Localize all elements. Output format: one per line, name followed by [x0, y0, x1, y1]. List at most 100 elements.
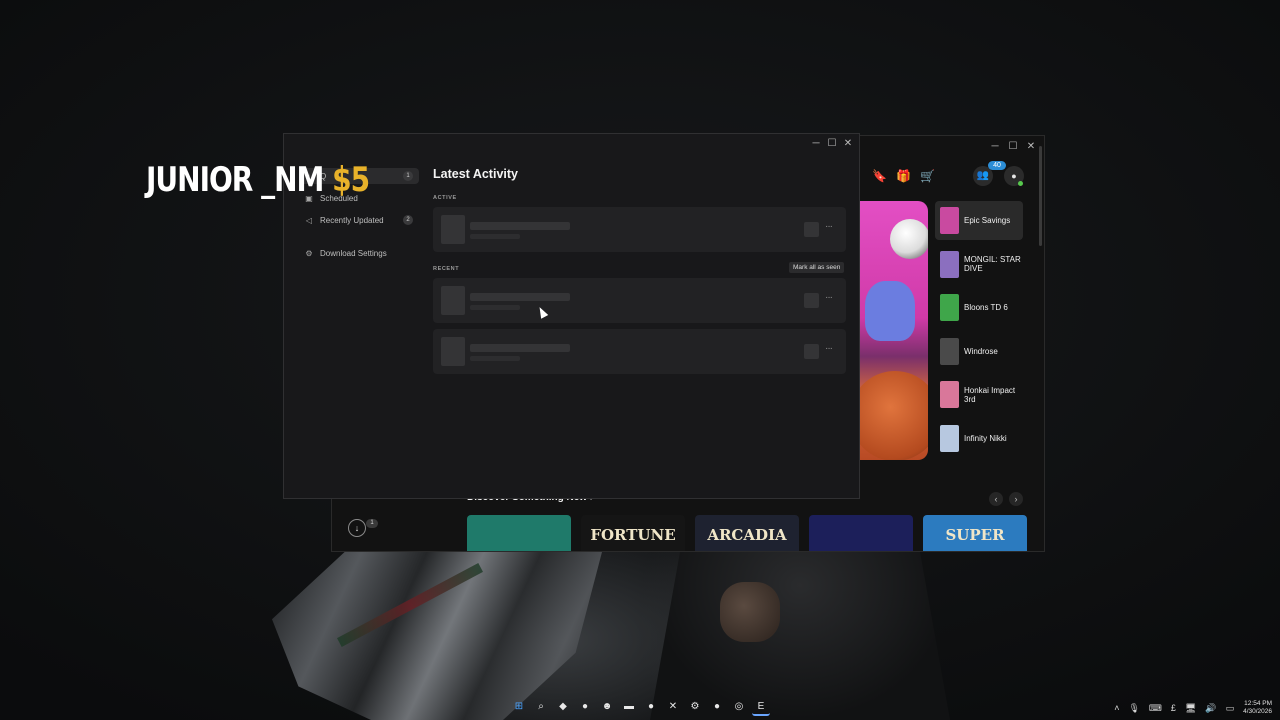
cart-icon[interactable]: 🛒: [920, 169, 935, 183]
friends-icon: 👥: [976, 170, 990, 181]
game-title: Windrose: [964, 346, 998, 356]
nav-item-download-settings[interactable]: ⚙ Download Settings: [299, 245, 419, 261]
app-icon[interactable]: ●: [642, 698, 660, 716]
nav-item-recently-updated[interactable]: ◁ Recently Updated 2: [299, 212, 419, 228]
download-icon: ↓: [354, 523, 360, 533]
featured-list-item[interactable]: Honkai Impact 3rd: [935, 375, 1023, 414]
game-title: Infinity Nikki: [964, 433, 1007, 443]
game-tile[interactable]: SUPER: [923, 515, 1027, 551]
game-thumbnail: [940, 337, 959, 365]
downloads-button[interactable]: ↓: [348, 519, 366, 537]
megaphone-icon: ◁: [305, 215, 313, 225]
carousel-prev-button[interactable]: ‹: [989, 492, 1003, 506]
system-tray: ˄ 🎙 ⌨ £ 🖥 🔊 ▭ 12:54 PM 4/30/2026: [1114, 700, 1272, 716]
character-image: [865, 281, 915, 341]
language-icon[interactable]: £: [1171, 703, 1176, 713]
card-thumbnail: [441, 337, 465, 366]
game-thumbnail: [940, 424, 959, 452]
card-action-button[interactable]: [804, 293, 819, 308]
window-controls: ─ ☐ ✕: [988, 140, 1038, 154]
donor-name: JUNIOR _NM: [146, 160, 324, 200]
close-icon[interactable]: ✕: [841, 137, 855, 151]
windows-icon[interactable]: ⊞: [510, 698, 528, 716]
featured-list-item[interactable]: Infinity Nikki: [935, 419, 1023, 458]
recent-section-label: RECENT: [433, 266, 460, 272]
featured-banner[interactable]: [860, 201, 928, 460]
maximize-icon[interactable]: ☐: [825, 137, 839, 151]
card-title-placeholder: [470, 222, 570, 230]
gear-icon: ⚙: [305, 248, 313, 258]
game-tile[interactable]: [467, 515, 571, 551]
clock-time: 12:54 PM: [1244, 700, 1272, 707]
game-tile[interactable]: ARCADIA: [695, 515, 799, 551]
card-subtitle-placeholder: [470, 234, 520, 239]
game-title: Bloons TD 6: [964, 303, 1008, 312]
card-title-placeholder: [470, 293, 570, 301]
online-status-dot: [1018, 181, 1023, 186]
minimize-icon[interactable]: ─: [809, 137, 823, 151]
chevron-up-icon[interactable]: ˄: [1114, 703, 1119, 713]
epic-icon[interactable]: E: [752, 698, 770, 716]
steam-icon[interactable]: ⚙: [686, 698, 704, 716]
discover-tiles: FORTUNE ARCADIA SUPER: [467, 515, 1027, 551]
mark-all-seen-button[interactable]: Mark all as seen: [789, 262, 845, 273]
user-icon: ●: [1011, 171, 1017, 181]
more-options-icon[interactable]: ···: [825, 292, 833, 303]
discord-icon[interactable]: ☻: [598, 698, 616, 716]
more-options-icon[interactable]: ···: [825, 221, 833, 232]
soccer-ball-image: [890, 219, 928, 259]
hand-image: [720, 582, 780, 642]
download-card[interactable]: ···: [433, 329, 846, 374]
app-icon[interactable]: ●: [576, 698, 594, 716]
featured-list-item[interactable]: Windrose: [935, 332, 1023, 371]
clock-date: 4/30/2026: [1243, 708, 1272, 715]
game-thumbnail: [940, 381, 959, 408]
download-card[interactable]: ···: [433, 207, 846, 252]
game-tile[interactable]: [809, 515, 913, 551]
maximize-icon[interactable]: ☐: [1006, 140, 1020, 154]
featured-list: Epic Savings MONGIL: STAR DIVE Bloons TD 6…: [935, 201, 1023, 462]
downloads-window: ─ ☐ ✕ ↓ Q 1 ▣ Scheduled ◁ Recently Updat…: [283, 133, 860, 499]
taskbar: ⊞ ⌕ ◆ ● ☻ ▬ ● ✕ ⚙ ● ◎ E ˄ 🎙 ⌨ £ 🖥 🔊 ▭ 12:54 PM 4/30…: [0, 696, 1280, 720]
minimize-icon[interactable]: ─: [988, 140, 1002, 154]
game-title: Epic Savings: [964, 216, 1011, 225]
microphone-icon[interactable]: 🎙: [1128, 703, 1139, 714]
keyboard-icon[interactable]: ⌨: [1149, 703, 1162, 714]
featured-list-item[interactable]: Bloons TD 6: [935, 288, 1023, 327]
top-icons: 🔖 🎁 🛒: [872, 169, 935, 183]
download-card[interactable]: ···: [433, 278, 846, 323]
featured-list-item[interactable]: Epic Savings: [935, 201, 1023, 240]
taskbar-apps: ⊞ ⌕ ◆ ● ☻ ▬ ● ✕ ⚙ ● ◎ E: [510, 698, 770, 716]
card-subtitle-placeholder: [470, 305, 520, 310]
featured-list-item[interactable]: MONGIL: STAR DIVE: [935, 245, 1023, 284]
card-action-button[interactable]: [804, 222, 819, 237]
page-title: Latest Activity: [433, 167, 518, 181]
card-action-button[interactable]: [804, 344, 819, 359]
xbox-icon[interactable]: ✕: [664, 698, 682, 716]
clock[interactable]: 12:54 PM 4/30/2026: [1243, 700, 1272, 716]
battery-icon[interactable]: ▭: [1226, 703, 1235, 714]
app-icon[interactable]: ●: [708, 698, 726, 716]
card-title-placeholder: [470, 344, 570, 352]
network-icon[interactable]: 🖥: [1185, 703, 1196, 714]
active-section-label: ACTIVE: [433, 195, 457, 201]
person-image: [650, 552, 950, 720]
gift-icon[interactable]: 🎁: [896, 169, 911, 183]
scrollbar[interactable]: [1039, 146, 1042, 246]
downloads-badge: 1: [366, 519, 378, 528]
game-thumbnail: [940, 207, 959, 234]
donation-amount: $5: [332, 160, 370, 200]
volume-icon[interactable]: 🔊: [1205, 703, 1216, 714]
game-tile[interactable]: FORTUNE: [581, 515, 685, 551]
close-icon[interactable]: ✕: [1024, 140, 1038, 154]
card-subtitle-placeholder: [470, 356, 520, 361]
nav-badge: 1: [403, 171, 413, 181]
search-icon[interactable]: ⌕: [532, 698, 550, 716]
carousel-next-button[interactable]: ›: [1009, 492, 1023, 506]
more-options-icon[interactable]: ···: [825, 343, 833, 354]
browser-icon[interactable]: ◆: [554, 698, 572, 716]
game-thumbnail: [940, 294, 959, 321]
folder-icon[interactable]: ▬: [620, 698, 638, 716]
wishlist-icon[interactable]: 🔖: [872, 169, 887, 183]
chrome-icon[interactable]: ◎: [730, 698, 748, 716]
